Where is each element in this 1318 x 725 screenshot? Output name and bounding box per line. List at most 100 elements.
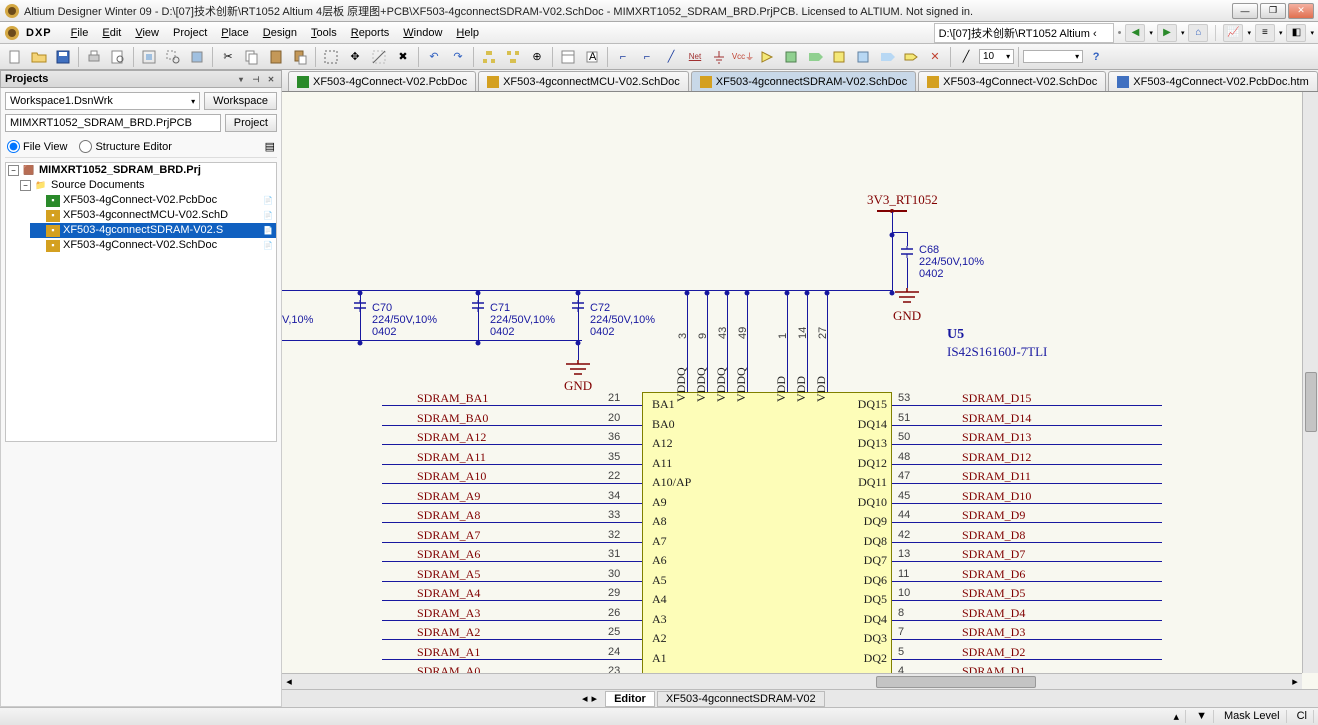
project-combo[interactable]: MIMXRT1052_SDRAM_BRD.PrjPCB: [5, 114, 221, 132]
devsheet-icon[interactable]: [828, 46, 850, 68]
sheetentry-icon[interactable]: [804, 46, 826, 68]
pin-name: A12: [652, 436, 673, 451]
hierarchy-down-icon[interactable]: [502, 46, 524, 68]
status-mask-level[interactable]: Mask Level: [1218, 710, 1287, 723]
path-box[interactable]: D:\[07]技术创新\RT1052 Altium ‹: [934, 23, 1114, 43]
bottom-tab[interactable]: Editor: [605, 691, 655, 707]
menu-help[interactable]: Help: [449, 27, 486, 39]
document-tab[interactable]: XF503-4gConnect-V02.PcbDoc: [288, 71, 476, 91]
tree-source-documents[interactable]: − 📁 Source Documents: [18, 178, 276, 193]
project-tree[interactable]: − 🟫 MIMXRT1052_SDRAM_BRD.Prj − 📁 Source …: [5, 162, 277, 442]
menu-project[interactable]: Project: [166, 27, 214, 39]
tree-file[interactable]: ▪XF503-4gconnectMCU-V02.SchD📄: [30, 208, 276, 223]
netlabel-icon[interactable]: Net: [684, 46, 706, 68]
menu-window[interactable]: Window: [396, 27, 449, 39]
menu-place[interactable]: Place: [214, 27, 256, 39]
new-icon[interactable]: [4, 46, 26, 68]
horizontal-scrollbar[interactable]: ◂▸: [282, 673, 1302, 689]
minimize-button[interactable]: —: [1232, 3, 1258, 19]
project-button[interactable]: Project: [225, 114, 277, 132]
panel-close-icon[interactable]: ✕: [265, 73, 277, 85]
tree-file[interactable]: ▪XF503-4gConnect-V02.PcbDoc📄: [30, 193, 276, 208]
menu-file[interactable]: File: [64, 27, 96, 39]
document-tab[interactable]: XF503-4gConnect-V02.PcbDoc.htm: [1108, 71, 1317, 91]
deselect-icon[interactable]: [368, 46, 390, 68]
select-icon[interactable]: [320, 46, 342, 68]
harness-icon[interactable]: [852, 46, 874, 68]
print-icon[interactable]: [83, 46, 105, 68]
pin-name: DQ15: [842, 397, 887, 412]
maximize-button[interactable]: ❐: [1260, 3, 1286, 19]
zoom-fit-icon[interactable]: [138, 46, 160, 68]
document-tab[interactable]: XF503-4gconnectMCU-V02.SchDoc: [478, 71, 689, 91]
save-icon[interactable]: [52, 46, 74, 68]
clear-icon[interactable]: ✖: [392, 46, 414, 68]
status-clear[interactable]: Cl: [1291, 710, 1314, 723]
paste-special-icon[interactable]: [289, 46, 311, 68]
gnd-icon[interactable]: [708, 46, 730, 68]
schematic-canvas[interactable]: U5IS42S16160J-7TLI3V3_RT1052C70224/50V,1…: [282, 92, 1318, 689]
statusbar: ▴ ▼ Mask Level Cl: [0, 707, 1318, 725]
dxp-icon[interactable]: [4, 25, 20, 41]
cut-icon[interactable]: ✂: [217, 46, 239, 68]
zoom-select-icon[interactable]: [186, 46, 208, 68]
part-icon[interactable]: [756, 46, 778, 68]
pin-name: DQ8: [842, 534, 887, 549]
snap-combo[interactable]: ▾: [1023, 50, 1083, 63]
redo-icon[interactable]: ↷: [447, 46, 469, 68]
menu-reports[interactable]: Reports: [344, 27, 397, 39]
paste-icon[interactable]: [265, 46, 287, 68]
menu-view[interactable]: View: [128, 27, 166, 39]
open-icon[interactable]: [28, 46, 50, 68]
status-filter-icon[interactable]: ▼: [1190, 710, 1214, 723]
modified-icon: 📄: [262, 210, 274, 222]
chart-icon[interactable]: 📈: [1223, 24, 1243, 42]
text-icon[interactable]: A: [581, 46, 603, 68]
zoom-area-icon[interactable]: [162, 46, 184, 68]
grid-combo[interactable]: 10 ▾: [979, 49, 1014, 64]
close-button[interactable]: ✕: [1288, 3, 1314, 19]
bus-icon[interactable]: ⌐: [636, 46, 658, 68]
cross-probe-icon[interactable]: ⊕: [526, 46, 548, 68]
panel-pin-icon[interactable]: ⊣: [250, 73, 262, 85]
workspace-button[interactable]: Workspace: [204, 92, 277, 110]
menu-design[interactable]: Design: [256, 27, 304, 39]
copy-icon[interactable]: [241, 46, 263, 68]
bottom-tab[interactable]: XF503-4gconnectSDRAM-V02: [657, 691, 825, 707]
dxp-menu[interactable]: DXP: [26, 27, 52, 39]
file-view-radio[interactable]: File View: [7, 140, 67, 153]
tree-file[interactable]: ▪XF503-4gconnectSDRAM-V02.S📄: [30, 223, 276, 238]
line-icon[interactable]: ╱: [955, 46, 977, 68]
busentry-icon[interactable]: ╱: [660, 46, 682, 68]
sheet-icon[interactable]: [780, 46, 802, 68]
harness-entry-icon[interactable]: [876, 46, 898, 68]
status-up-icon[interactable]: ▴: [1168, 710, 1187, 723]
vcc-icon[interactable]: Vcc⏚: [732, 46, 754, 68]
port-icon[interactable]: [900, 46, 922, 68]
layer-icon[interactable]: ≡: [1255, 24, 1275, 42]
tree-file[interactable]: ▪XF503-4gConnect-V02.SchDoc📄: [30, 238, 276, 253]
structure-editor-radio[interactable]: Structure Editor: [79, 140, 171, 153]
nav-fwd-icon[interactable]: ▶: [1157, 24, 1177, 42]
panel-options-icon[interactable]: ▤: [265, 140, 275, 153]
noerc-icon[interactable]: ✕: [924, 46, 946, 68]
workspace-combo[interactable]: Workspace1.DsnWrk▾: [5, 92, 200, 110]
browse-icon[interactable]: [557, 46, 579, 68]
nav-back-icon[interactable]: ◀: [1125, 24, 1145, 42]
tree-project-root[interactable]: − 🟫 MIMXRT1052_SDRAM_BRD.Prj: [6, 163, 276, 178]
preview-icon[interactable]: [107, 46, 129, 68]
hierarchy-up-icon[interactable]: [478, 46, 500, 68]
undo-icon[interactable]: ↶: [423, 46, 445, 68]
help-icon[interactable]: ?: [1085, 46, 1107, 68]
move-icon[interactable]: ✥: [344, 46, 366, 68]
document-tab[interactable]: XF503-4gconnectSDRAM-V02.SchDoc: [691, 71, 916, 91]
toggle-icon[interactable]: ◧: [1286, 24, 1306, 42]
menu-tools[interactable]: Tools: [304, 27, 344, 39]
vertical-scrollbar[interactable]: [1302, 92, 1318, 673]
panel-menu-icon[interactable]: ▾: [235, 73, 247, 85]
menu-edit[interactable]: Edit: [95, 27, 128, 39]
wire-icon[interactable]: ⌐: [612, 46, 634, 68]
nav-home-icon[interactable]: ⌂: [1188, 24, 1208, 42]
window-title: Altium Designer Winter 09 - D:\[07]技术创新\…: [24, 3, 1232, 19]
document-tab[interactable]: XF503-4gConnect-V02.SchDoc: [918, 71, 1106, 91]
